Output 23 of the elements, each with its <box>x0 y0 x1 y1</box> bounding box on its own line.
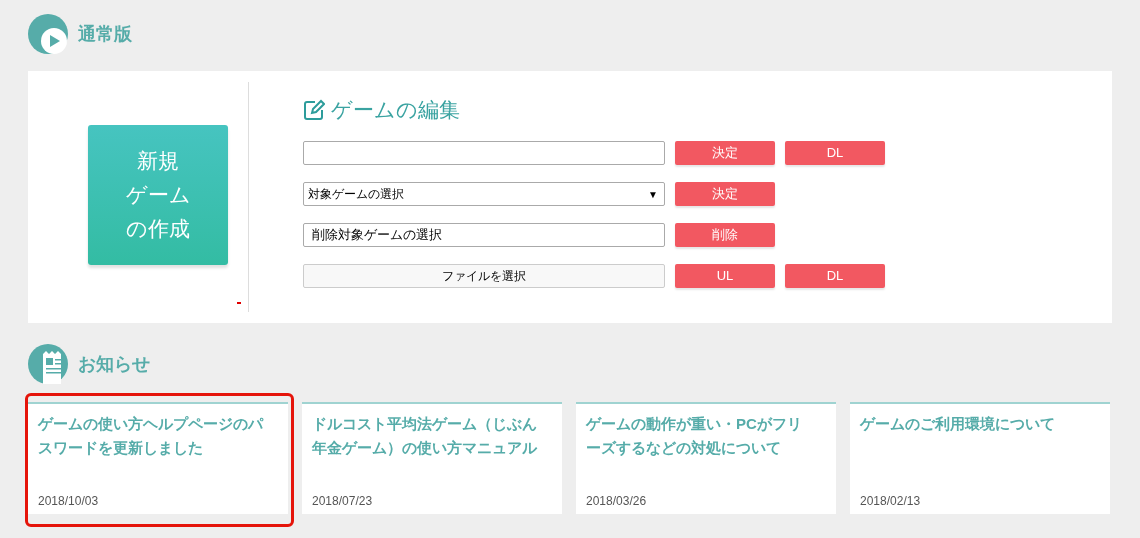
news-card[interactable]: ゲームの動作が重い・PCがフリーズするなどの対処について 2018/03/26 <box>576 402 836 514</box>
select-dropdown[interactable]: 対象ゲームの選択 ▼ <box>303 182 665 206</box>
text-field[interactable] <box>303 141 665 165</box>
news-card[interactable]: ゲームの使い方ヘルプページのパスワードを更新しました 2018/10/03 <box>28 402 288 514</box>
news-date: 2018/03/26 <box>586 493 648 510</box>
file-select-button[interactable]: ファイルを選択 <box>303 264 665 288</box>
news-date: 2018/07/23 <box>312 493 374 510</box>
news-title: ゲームの使い方ヘルプページのパスワードを更新しました <box>38 414 265 458</box>
section-title: お知らせ <box>78 352 150 376</box>
news-card[interactable]: ゲームのご利用環境について 2018/02/13 <box>850 402 1110 514</box>
news-title: ゲームの動作が重い・PCがフリーズするなどの対処について <box>586 414 803 458</box>
edit-icon <box>303 99 325 121</box>
news-date: 2018/10/03 <box>38 493 100 510</box>
section-title: 通常版 <box>78 22 132 46</box>
news-title: ゲームのご利用環境について <box>860 414 1056 434</box>
text-field[interactable]: 削除対象ゲームの選択 <box>303 223 665 247</box>
news-date: 2018/02/13 <box>860 493 922 510</box>
dash-mark <box>237 302 241 304</box>
news-title: ドルコスト平均法ゲーム（じぶん年金ゲーム）の使い方マニュアル <box>312 414 538 458</box>
news-card[interactable]: ドルコスト平均法ゲーム（じぶん年金ゲーム）の使い方マニュアル 2018/07/23 <box>302 402 562 514</box>
newspaper-icon <box>28 344 68 384</box>
play-icon <box>28 14 68 54</box>
editor-title: ゲームの編集 <box>331 97 460 124</box>
